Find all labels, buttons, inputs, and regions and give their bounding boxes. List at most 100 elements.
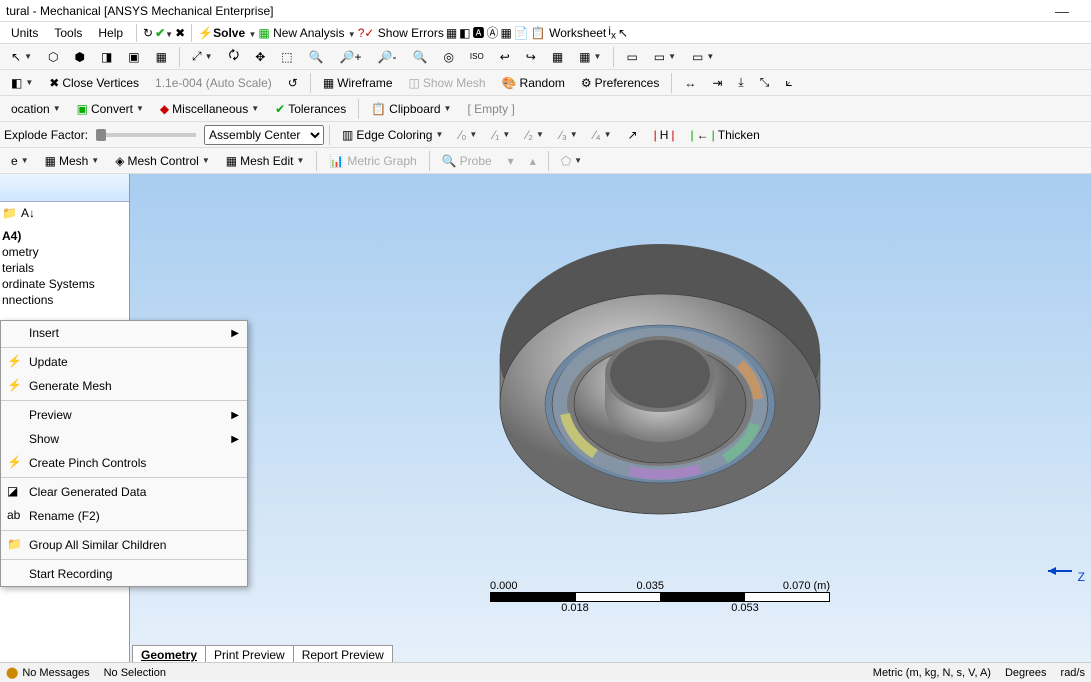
pan-icon[interactable]: ✥: [248, 47, 272, 67]
mesh-e-button[interactable]: e ▼: [4, 151, 36, 171]
edge-1-icon[interactable]: ⁄₁ ▼: [486, 125, 517, 145]
solve-button[interactable]: ⚡Solve ▼: [198, 26, 256, 40]
explode-icon[interactable]: ▭▼: [685, 47, 721, 67]
size-icon[interactable]: ↔: [677, 73, 703, 93]
tolerances-button[interactable]: ✔ Tolerances: [268, 99, 353, 119]
zoom-in-icon[interactable]: 🔎+: [333, 47, 369, 67]
status-messages-icon[interactable]: ⬤: [6, 666, 18, 679]
random-button[interactable]: 🎨 Random: [495, 73, 572, 93]
show-errors-button[interactable]: ?✓ Show Errors: [358, 26, 444, 40]
display-toolbar: ◧▼ ✖ Close Vertices 1.1e-004 (Auto Scale…: [0, 70, 1091, 96]
extend-icon[interactable]: ⤢▼: [185, 46, 220, 67]
sort-icon[interactable]: A↓: [21, 206, 35, 220]
menu-tools[interactable]: Tools: [47, 24, 89, 42]
toolbar-icon-4[interactable]: Ⓐ: [487, 24, 499, 41]
edge-coloring-button[interactable]: ▥ Edge Coloring ▼: [335, 125, 450, 145]
folder-icon[interactable]: 📁: [2, 206, 17, 220]
filter-vertex-icon[interactable]: ⬡: [41, 47, 65, 67]
h-icon[interactable]: ⇥: [705, 73, 729, 93]
magnify-icon[interactable]: 🔍: [405, 47, 434, 67]
tree-item-geometry[interactable]: ometry: [2, 244, 127, 260]
clipboard-button[interactable]: 📋 Clipboard ▼: [364, 99, 458, 119]
ctx-clear[interactable]: ◪Clear Generated Data: [1, 480, 247, 504]
toolbar-icon-1[interactable]: ▦: [446, 26, 457, 40]
explode-slider[interactable]: [96, 133, 196, 137]
location-button[interactable]: ocation ▼: [4, 99, 68, 119]
look-at-icon[interactable]: ◎: [436, 47, 460, 67]
ctx-rename[interactable]: abRename (F2): [1, 504, 247, 528]
convert-button[interactable]: ▣ Convert ▼: [70, 99, 151, 119]
ctx-group[interactable]: 📁Group All Similar Children: [1, 533, 247, 557]
zoom-box-icon[interactable]: ⬚: [274, 47, 299, 67]
assembly-center-select[interactable]: Assembly Center: [204, 125, 324, 145]
mesh-control-button[interactable]: ◈ Mesh Control ▼: [108, 151, 217, 171]
toggle-icon[interactable]: ◧▼: [4, 73, 40, 93]
reset-icon[interactable]: ↺: [281, 73, 305, 93]
worksheet-button[interactable]: 📋 Worksheet: [531, 26, 606, 40]
zoom-fit-icon[interactable]: 🔍: [302, 47, 331, 67]
shape-icon: ⬠ ▼: [554, 151, 589, 171]
menu-units[interactable]: Units: [4, 24, 45, 42]
show-mesh-button[interactable]: ◫ Show Mesh: [402, 73, 493, 93]
edge-0-icon[interactable]: ⁄₀ ▼: [452, 125, 484, 145]
mesh-toolbar: e ▼ ▦ Mesh ▼ ◈ Mesh Control ▼ ▦ Mesh Edi…: [0, 148, 1091, 174]
viewport-3d[interactable]: 0.0000.0350.070 (m) 0.0180.053 Z Geometr…: [130, 174, 1091, 664]
toolbar-icon-6[interactable]: 📄: [514, 26, 529, 40]
view-cube-icon[interactable]: ▦: [545, 47, 570, 67]
minimize-button[interactable]: —: [1039, 3, 1085, 19]
thicken-button[interactable]: |←| Thicken: [683, 125, 766, 145]
info-icon[interactable]: ix: [608, 24, 616, 41]
ctx-pinch[interactable]: ⚡Create Pinch Controls: [1, 451, 247, 475]
edge-4-icon[interactable]: ⁄₄ ▼: [587, 125, 619, 145]
new-analysis-button[interactable]: ▦ New Analysis ▼: [258, 26, 355, 40]
section-icon[interactable]: ▭: [619, 47, 644, 67]
filter-node-icon[interactable]: ▦: [149, 47, 174, 67]
wireframe-button[interactable]: ▦ Wireframe: [316, 73, 400, 93]
toolbar-icon-3[interactable]: 🅰: [473, 24, 485, 41]
next-view-icon[interactable]: ↪: [519, 47, 543, 67]
d-icon[interactable]: ⤡: [753, 72, 777, 93]
refresh-icon[interactable]: ↻: [143, 26, 153, 40]
filter-edge-icon[interactable]: ⬢: [67, 47, 91, 67]
tree-item-coordsys[interactable]: ordinate Systems: [2, 276, 127, 292]
view-manage-icon[interactable]: ▦▼: [572, 47, 608, 67]
ctx-preview[interactable]: Preview▶: [1, 403, 247, 427]
menu-help[interactable]: Help: [91, 24, 130, 42]
ctx-show[interactable]: Show▶: [1, 427, 247, 451]
ctx-generate-mesh[interactable]: ⚡Generate Mesh: [1, 374, 247, 398]
status-messages[interactable]: No Messages: [22, 667, 89, 679]
toolbar-icon-5[interactable]: ▦: [501, 26, 512, 40]
delete-icon[interactable]: ✖: [175, 26, 185, 40]
close-vertices-button[interactable]: ✖ Close Vertices: [42, 73, 146, 93]
section-dd-icon[interactable]: ▭▼: [647, 47, 683, 67]
select-icon[interactable]: ↖▼: [4, 47, 39, 67]
edge-3-icon[interactable]: ⁄₃ ▼: [553, 125, 585, 145]
prev-view-icon[interactable]: ↩: [493, 47, 517, 67]
a-icon[interactable]: ⟀: [778, 72, 799, 93]
ctx-start-recording[interactable]: Start Recording: [1, 562, 247, 586]
tree-header: [0, 174, 129, 202]
filter-body-icon[interactable]: ▣: [121, 47, 146, 67]
filter-face-icon[interactable]: ◨: [94, 47, 119, 67]
v-icon[interactable]: ⤓: [731, 72, 750, 93]
iso-icon[interactable]: ISO: [463, 49, 491, 64]
preferences-button[interactable]: ⚙ Preferences: [574, 73, 666, 93]
miscellaneous-button[interactable]: ◆ Miscellaneous ▼: [153, 99, 266, 119]
ctx-insert[interactable]: Insert▶: [1, 321, 247, 345]
toolbar-icon-2[interactable]: ◧: [459, 26, 470, 40]
edge-2-icon[interactable]: ⁄₂ ▼: [519, 125, 551, 145]
mesh-button[interactable]: ▦ Mesh ▼: [38, 151, 107, 171]
cursor-icon[interactable]: ↖: [618, 26, 628, 40]
ctx-update[interactable]: ⚡Update: [1, 350, 247, 374]
mesh-edit-button[interactable]: ▦ Mesh Edit ▼: [219, 151, 312, 171]
rotate-icon[interactable]: 🗘: [222, 43, 247, 70]
h-thick-icon[interactable]: |H|: [647, 125, 682, 145]
tree-item-materials[interactable]: terials: [2, 260, 127, 276]
tree-item-a4[interactable]: A4): [2, 228, 127, 244]
bearing-model: [490, 224, 830, 544]
check-icon[interactable]: ✔▼: [155, 26, 173, 40]
zoom-out-icon[interactable]: 🔎-: [371, 47, 404, 67]
tree-item-connections[interactable]: nnections: [2, 292, 127, 308]
auto-scale-label[interactable]: 1.1e-004 (Auto Scale): [148, 73, 279, 93]
arrow-icon[interactable]: ↗: [621, 125, 645, 145]
